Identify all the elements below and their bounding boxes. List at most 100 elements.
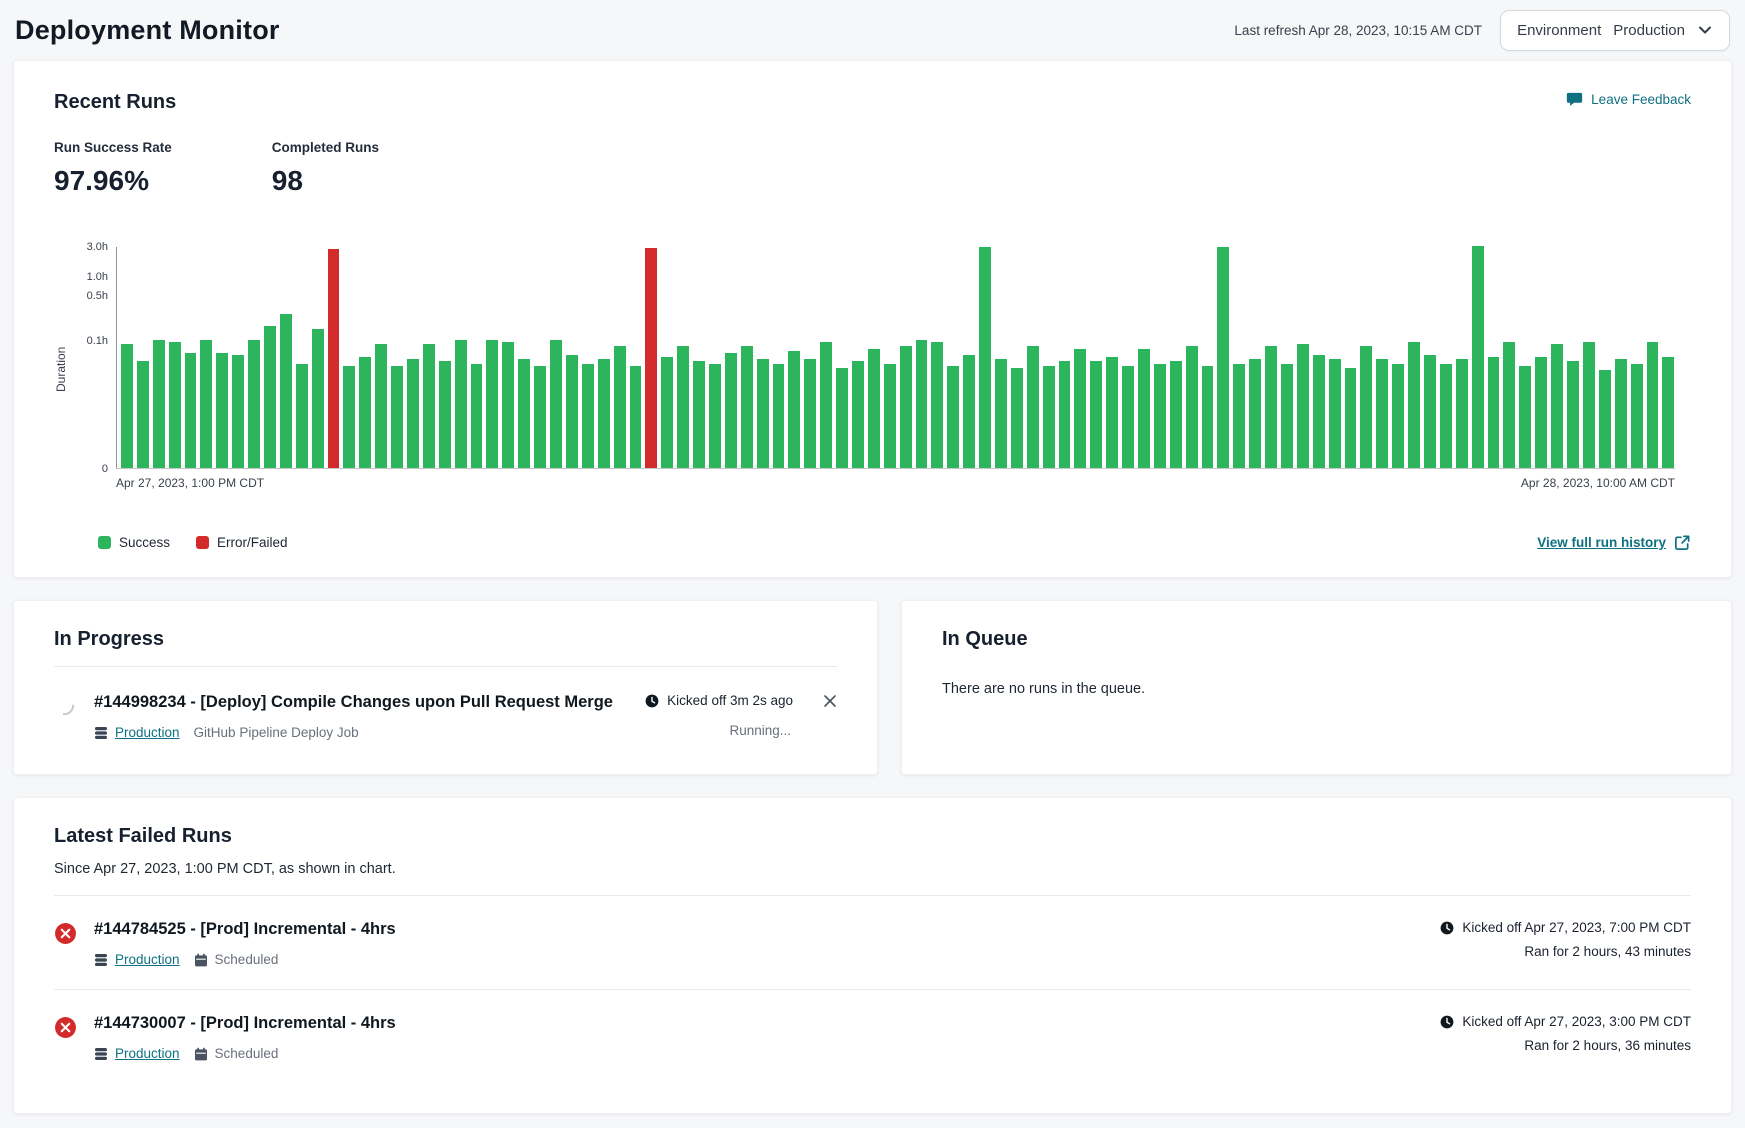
environment-tag[interactable]: Production: [94, 1046, 180, 1061]
chart-bar-success[interactable]: [1043, 366, 1055, 468]
chart-bar-success[interactable]: [1154, 364, 1166, 469]
chart-bar-success[interactable]: [1027, 346, 1039, 468]
chart-bar-success[interactable]: [836, 368, 848, 468]
chart-bar-success[interactable]: [248, 340, 260, 469]
chart-bar-success[interactable]: [359, 357, 371, 468]
chart-bar-success[interactable]: [391, 366, 403, 468]
chart-bar-success[interactable]: [550, 340, 562, 468]
chart-bar-success[interactable]: [709, 364, 721, 469]
chart-bar-success[interactable]: [1360, 346, 1372, 468]
chart-bar-success[interactable]: [1456, 359, 1468, 468]
chart-bar-success[interactable]: [614, 346, 626, 468]
chart-bar-success[interactable]: [1297, 344, 1309, 468]
chart-bar-success[interactable]: [1233, 364, 1245, 469]
chart-bar-success[interactable]: [979, 247, 991, 469]
chart-bar-success[interactable]: [757, 359, 769, 468]
chart-bar-success[interactable]: [995, 359, 1007, 468]
chart-bar-success[interactable]: [661, 357, 673, 468]
chart-bar-success[interactable]: [852, 361, 864, 468]
chart-bar-success[interactable]: [455, 340, 467, 469]
chart-bar-success[interactable]: [1202, 366, 1214, 468]
chart-bar-failed[interactable]: [328, 249, 340, 468]
chart-bar-success[interactable]: [486, 340, 498, 468]
chart-bar-success[interactable]: [582, 364, 594, 469]
chart-bar-success[interactable]: [1488, 357, 1500, 468]
chart-bar-success[interactable]: [1265, 346, 1277, 468]
chart-bar-success[interactable]: [1583, 342, 1595, 468]
chart-bar-success[interactable]: [1106, 357, 1118, 468]
chart-bar-success[interactable]: [788, 351, 800, 468]
chart-bar-success[interactable]: [820, 342, 832, 468]
environment-tag[interactable]: Production: [94, 725, 180, 740]
chart-bar-success[interactable]: [1059, 361, 1071, 468]
chart-bar-success[interactable]: [884, 364, 896, 469]
chart-bar-success[interactable]: [1217, 247, 1229, 469]
chart-bar-success[interactable]: [1440, 364, 1452, 469]
chart-bar-success[interactable]: [1090, 361, 1102, 468]
chart-bar-success[interactable]: [1599, 370, 1611, 468]
chart-bar-success[interactable]: [375, 344, 387, 468]
chart-bar-success[interactable]: [1519, 366, 1531, 468]
chart-bar-success[interactable]: [1329, 359, 1341, 468]
chart-bar-success[interactable]: [725, 353, 737, 468]
chart-bar-success[interactable]: [1011, 368, 1023, 468]
chart-bar-success[interactable]: [439, 361, 451, 468]
chart-bar-success[interactable]: [1503, 342, 1515, 468]
chart-bar-success[interactable]: [566, 355, 578, 468]
chart-bar-success[interactable]: [598, 359, 610, 468]
chart-bar-success[interactable]: [153, 340, 165, 468]
chart-bar-success[interactable]: [137, 361, 149, 468]
chart-bar-success[interactable]: [868, 349, 880, 469]
chart-bar-success[interactable]: [534, 366, 546, 468]
chart-bar-success[interactable]: [1376, 359, 1388, 468]
chart-bar-success[interactable]: [677, 346, 689, 468]
chart-bar-success[interactable]: [963, 355, 975, 468]
chart-bar-success[interactable]: [423, 344, 435, 468]
chart-bar-success[interactable]: [916, 340, 928, 468]
chart-bar-success[interactable]: [1138, 349, 1150, 469]
chart-bar-failed[interactable]: [645, 248, 657, 468]
chart-bar-success[interactable]: [1472, 246, 1484, 468]
chart-bar-success[interactable]: [1313, 355, 1325, 468]
chart-bar-success[interactable]: [502, 342, 514, 468]
chart-bar-success[interactable]: [121, 344, 133, 468]
chart-bar-success[interactable]: [518, 359, 530, 468]
chart-bar-success[interactable]: [343, 366, 355, 468]
chart-bar-success[interactable]: [1647, 342, 1659, 468]
chart-bar-success[interactable]: [693, 361, 705, 468]
view-full-run-history-link[interactable]: View full run history: [1537, 534, 1691, 551]
chart-bar-success[interactable]: [630, 366, 642, 468]
chart-bar-success[interactable]: [312, 329, 324, 468]
chart-bar-success[interactable]: [1535, 357, 1547, 468]
environment-tag[interactable]: Production: [94, 952, 180, 967]
chart-bar-success[interactable]: [1186, 346, 1198, 468]
chart-bar-success[interactable]: [296, 364, 308, 469]
close-icon[interactable]: [823, 694, 837, 708]
chart-bar-success[interactable]: [900, 346, 912, 468]
chart-bar-success[interactable]: [1170, 361, 1182, 468]
chart-bar-success[interactable]: [216, 353, 228, 468]
chart-bar-success[interactable]: [200, 340, 212, 468]
chart-bar-success[interactable]: [471, 364, 483, 469]
chart-bar-success[interactable]: [1567, 361, 1579, 468]
chart-bar-success[interactable]: [804, 359, 816, 468]
chart-bar-success[interactable]: [1408, 342, 1420, 468]
chart-bar-success[interactable]: [407, 359, 419, 468]
environment-dropdown[interactable]: Environment Production: [1500, 10, 1730, 51]
chart-bar-success[interactable]: [931, 342, 943, 468]
chart-bar-success[interactable]: [1662, 357, 1674, 468]
leave-feedback-link[interactable]: Leave Feedback: [1566, 91, 1691, 108]
chart-bar-success[interactable]: [1345, 368, 1357, 468]
chart-bar-success[interactable]: [947, 366, 959, 468]
chart-bar-success[interactable]: [1122, 366, 1134, 468]
chart-bar-success[interactable]: [1631, 364, 1643, 469]
chart-bar-success[interactable]: [1615, 359, 1627, 468]
chart-bar-success[interactable]: [1281, 364, 1293, 469]
chart-bar-success[interactable]: [1249, 359, 1261, 468]
chart-bar-success[interactable]: [280, 314, 292, 468]
chart-bar-success[interactable]: [1424, 355, 1436, 468]
chart-bar-success[interactable]: [232, 355, 244, 468]
chart-bar-success[interactable]: [773, 364, 785, 469]
chart-bar-success[interactable]: [1074, 349, 1086, 469]
chart-bar-success[interactable]: [185, 353, 197, 468]
